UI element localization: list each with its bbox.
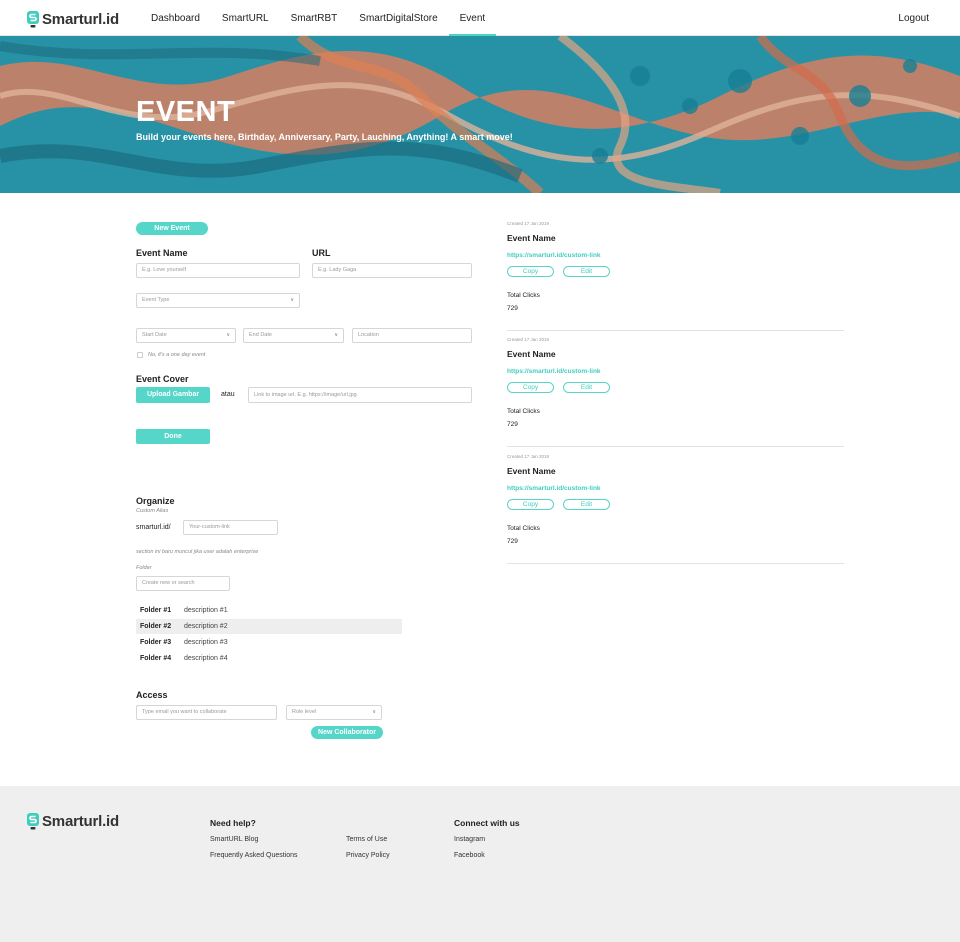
folder-name: Folder #4	[140, 655, 172, 662]
event-created-date: Created 17 Jan 2019	[507, 337, 550, 342]
nav-event[interactable]: Event	[448, 0, 497, 36]
chevron-down-icon: ∨	[334, 332, 338, 338]
end-date-value: End Date	[249, 332, 272, 338]
event-link[interactable]: https://smarturl.id/custom-link	[507, 252, 601, 259]
start-date-value: Start Date	[142, 332, 167, 338]
nav-smartdigitalstore[interactable]: SmartDigitalStore	[348, 0, 448, 36]
event-card: Created 17 Jan 2019 Event Name https://s…	[507, 221, 844, 331]
role-level-select[interactable]: Role level ∨	[286, 705, 382, 720]
end-date-select[interactable]: End Date ∨	[243, 328, 344, 343]
folder-description: description #2	[184, 623, 228, 630]
footer-link-faq[interactable]: Frequently Asked Questions	[210, 852, 298, 859]
total-clicks-label: Total Clicks	[507, 525, 540, 532]
folder-row[interactable]: Folder #4 description #4	[136, 651, 402, 666]
url-input[interactable]: E.g. Lady Gaga	[312, 263, 472, 278]
logout-link[interactable]: Logout	[898, 0, 929, 38]
chevron-down-icon: ∨	[372, 709, 376, 715]
collaborator-email-input[interactable]: Type email you want to collaborate	[136, 705, 277, 720]
main-nav: Dashboard SmartURL SmartRBT SmartDigital…	[140, 0, 496, 36]
one-day-checkbox[interactable]	[137, 352, 143, 358]
folder-description: description #4	[184, 655, 228, 662]
footer: Smarturl.id Need help? SmartURL Blog Fre…	[0, 786, 960, 942]
custom-alias-input[interactable]: Your-custom-link	[183, 520, 278, 535]
url-label: URL	[312, 248, 331, 258]
folder-description: description #3	[184, 639, 228, 646]
page-title: EVENT	[136, 96, 236, 128]
top-navbar: Smarturl.id Dashboard SmartURL SmartRBT …	[0, 0, 960, 36]
nav-dashboard[interactable]: Dashboard	[140, 0, 211, 36]
event-name-input[interactable]: E.g. Love yourself	[136, 263, 300, 278]
folder-name: Folder #2	[140, 623, 172, 630]
event-name: Event Name	[507, 349, 556, 359]
event-created-date: Created 17 Jan 2019	[507, 454, 550, 459]
domain-prefix: smarturl.id/	[136, 524, 171, 531]
event-name-label: Event Name	[136, 248, 188, 258]
event-type-value: Event Type	[142, 297, 170, 303]
event-type-select[interactable]: Event Type ∨	[136, 293, 300, 308]
custom-alias-label: Custom Alias	[136, 508, 169, 514]
total-clicks-value: 729	[507, 421, 518, 428]
start-date-select[interactable]: Start Date ∨	[136, 328, 236, 343]
nav-smartrbt[interactable]: SmartRBT	[280, 0, 349, 36]
logo-icon	[27, 812, 39, 829]
folder-row[interactable]: Folder #1 description #1	[136, 603, 402, 618]
done-button[interactable]: Done	[136, 429, 210, 444]
one-day-label: No, it's a one day event	[148, 352, 206, 358]
footer-link-terms[interactable]: Terms of Use	[346, 836, 387, 843]
footer-link-instagram[interactable]: Instagram	[454, 836, 485, 843]
event-card: Created 17 Jan 2019 Event Name https://s…	[507, 337, 844, 447]
hero-banner: EVENT Build your events here, Birthday, …	[0, 36, 960, 193]
folder-name: Folder #3	[140, 639, 172, 646]
total-clicks-value: 729	[507, 538, 518, 545]
event-card: Created 17 Jan 2019 Event Name https://s…	[507, 454, 844, 564]
copy-button[interactable]: Copy	[507, 266, 554, 277]
folder-name: Folder #1	[140, 607, 172, 614]
upload-image-button[interactable]: Upload Gambar	[136, 387, 210, 403]
new-collaborator-button[interactable]: New Collaborator	[311, 726, 383, 739]
folder-label: Folder	[136, 565, 152, 571]
copy-button[interactable]: Copy	[507, 382, 554, 393]
event-link[interactable]: https://smarturl.id/custom-link	[507, 368, 601, 375]
edit-button[interactable]: Edit	[563, 499, 610, 510]
event-link[interactable]: https://smarturl.id/custom-link	[507, 485, 601, 492]
chevron-down-icon: ∨	[226, 332, 230, 338]
location-input[interactable]: Location	[352, 328, 472, 343]
edit-button[interactable]: Edit	[563, 266, 610, 277]
smarturl-logo[interactable]: Smarturl.id	[27, 10, 119, 28]
logo-icon	[27, 10, 39, 27]
connect-title: Connect with us	[454, 818, 520, 828]
enterprise-note: section ini baru muncul jika user adalah…	[136, 549, 259, 555]
event-name: Event Name	[507, 466, 556, 476]
image-url-input[interactable]: Link to image url. E.g. https://image/ur…	[248, 387, 472, 403]
total-clicks-value: 729	[507, 305, 518, 312]
help-title: Need help?	[210, 818, 256, 828]
logo-text: Smarturl.id	[42, 812, 119, 830]
organize-title: Organize	[136, 496, 175, 506]
nav-smarturl[interactable]: SmartURL	[211, 0, 280, 36]
footer-logo[interactable]: Smarturl.id	[27, 812, 119, 830]
event-created-date: Created 17 Jan 2019	[507, 221, 550, 226]
folder-row[interactable]: Folder #2 description #2	[136, 619, 402, 634]
total-clicks-label: Total Clicks	[507, 408, 540, 415]
footer-link-privacy[interactable]: Privacy Policy	[346, 852, 390, 859]
chevron-down-icon: ∨	[290, 297, 294, 303]
total-clicks-label: Total Clicks	[507, 292, 540, 299]
event-name: Event Name	[507, 233, 556, 243]
new-event-button[interactable]: New Event	[136, 222, 208, 235]
or-label: atau	[221, 391, 235, 398]
event-cover-label: Event Cover	[136, 374, 189, 384]
access-title: Access	[136, 690, 168, 700]
role-level-value: Role level	[292, 709, 317, 715]
page-subtitle: Build your events here, Birthday, Annive…	[136, 132, 513, 142]
footer-link-blog[interactable]: SmartURL Blog	[210, 836, 258, 843]
folder-row[interactable]: Folder #3 description #3	[136, 635, 402, 650]
edit-button[interactable]: Edit	[563, 382, 610, 393]
copy-button[interactable]: Copy	[507, 499, 554, 510]
footer-link-facebook[interactable]: Facebook	[454, 852, 485, 859]
folder-search-input[interactable]: Create new or search	[136, 576, 230, 591]
logo-text: Smarturl.id	[42, 10, 119, 28]
folder-description: description #1	[184, 607, 228, 614]
